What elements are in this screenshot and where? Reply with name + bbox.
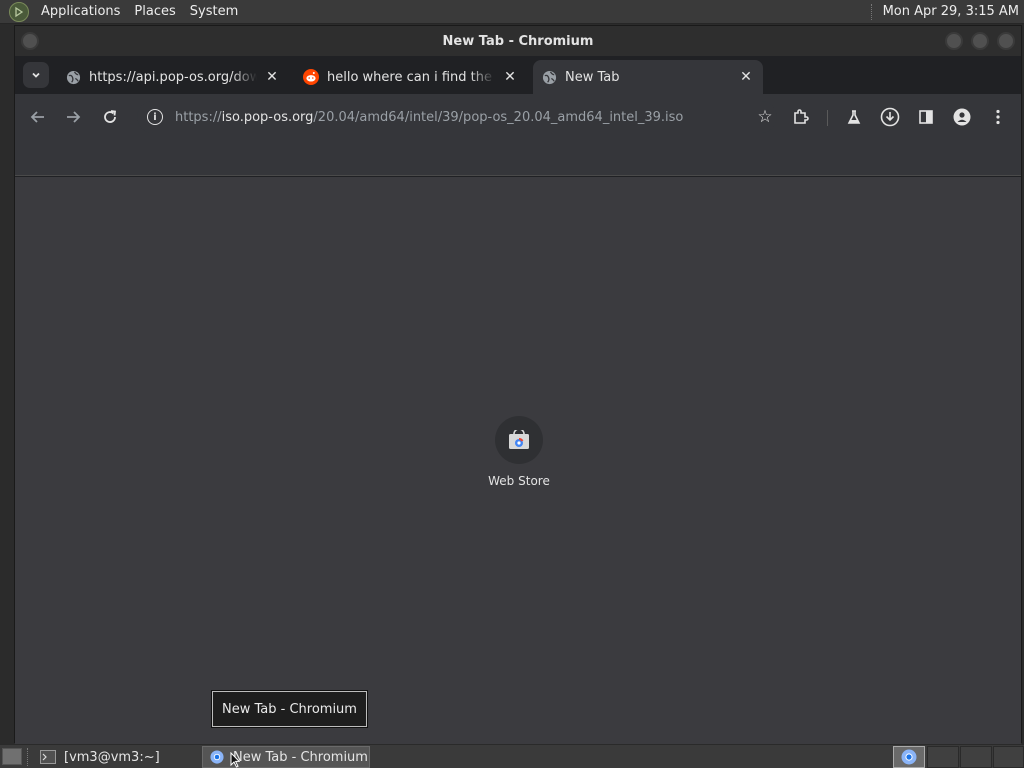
taskbar-tooltip: New Tab - Chromium: [212, 691, 367, 727]
window-menu-button[interactable]: [21, 32, 39, 50]
menu-button[interactable]: [987, 106, 1009, 128]
forward-button[interactable]: [62, 106, 84, 128]
panel-separator: [27, 748, 31, 766]
reddit-icon: [303, 69, 319, 85]
clock[interactable]: Mon Apr 29, 3:15 AM: [883, 4, 1019, 19]
workspace-1[interactable]: [893, 746, 925, 768]
reload-button[interactable]: [99, 106, 121, 128]
places-menu[interactable]: Places: [127, 4, 182, 19]
tab-reddit[interactable]: hello where can i find the link ✕: [295, 60, 527, 94]
chromium-icon: [901, 749, 917, 765]
show-desktop-icon[interactable]: [2, 748, 22, 765]
new-tab-page: Web Store: [15, 177, 1021, 744]
workspace-4[interactable]: [993, 746, 1024, 768]
shortcut-label: Web Store: [488, 474, 550, 488]
chevron-down-icon: [32, 72, 40, 78]
bookmark-star-icon[interactable]: ☆: [755, 107, 775, 127]
window-title: New Tab - Chromium: [442, 33, 594, 49]
close-tab-icon[interactable]: ✕: [737, 68, 755, 86]
system-menu[interactable]: System: [183, 4, 245, 19]
minimize-button[interactable]: [945, 32, 963, 50]
shortcut-web-store[interactable]: Web Store: [477, 416, 561, 488]
bottom-panel: [vm3@vm3:~] New Tab - Chromium: [0, 744, 1024, 768]
tab-label: hello where can i find the link: [327, 69, 495, 85]
url-scheme: https://: [175, 109, 222, 125]
downloads-button[interactable]: [879, 106, 901, 128]
reload-icon: [104, 110, 117, 123]
chromium-icon: [210, 750, 224, 764]
workspace-3[interactable]: [960, 746, 992, 768]
address-bar[interactable]: i https://iso.pop-os.org/20.04/amd64/int…: [137, 101, 777, 133]
tab-strip: https://api.pop-os.org/download ✕ hello …: [15, 56, 1021, 114]
globe-icon: [541, 69, 557, 85]
puzzle-icon: [794, 109, 809, 124]
toolbar-separator: [827, 110, 828, 126]
workspace-2[interactable]: [927, 746, 959, 768]
close-tab-icon[interactable]: ✕: [263, 68, 281, 86]
profile-icon: [953, 108, 971, 126]
side-panel-button[interactable]: [915, 106, 937, 128]
task-label: New Tab - Chromium: [233, 749, 368, 765]
task-label: [vm3@vm3:~]: [64, 749, 160, 765]
extensions-button[interactable]: [790, 106, 812, 128]
profile-button[interactable]: [951, 106, 973, 128]
globe-icon: [65, 69, 81, 85]
mouse-cursor-icon: [230, 752, 240, 768]
taskbar-terminal[interactable]: [vm3@vm3:~]: [34, 746, 200, 768]
flask-icon: [847, 110, 861, 124]
tab-search-button[interactable]: [23, 62, 49, 88]
window-titlebar[interactable]: New Tab - Chromium: [15, 26, 1021, 56]
distro-logo-icon[interactable]: [9, 1, 29, 22]
bookmarks-bar: [15, 140, 1021, 176]
applications-menu[interactable]: Applications: [34, 4, 127, 19]
url-path: /20.04/amd64/intel/39/pop-os_20.04_amd64…: [313, 109, 684, 125]
browser-toolbar: i https://iso.pop-os.org/20.04/amd64/int…: [15, 94, 1021, 140]
taskbar-chromium[interactable]: New Tab - Chromium: [202, 746, 370, 768]
tab-label: New Tab: [565, 69, 620, 85]
site-info-icon[interactable]: i: [147, 109, 163, 125]
browser-window: New Tab - Chromium https://api.pop-os.or…: [14, 25, 1022, 744]
side-panel-icon: [919, 110, 933, 124]
top-panel: Applications Places System Mon Apr 29, 3…: [0, 0, 1024, 24]
labs-button[interactable]: [843, 106, 865, 128]
web-store-tile: [495, 416, 543, 464]
arrow-right-icon: [67, 111, 81, 123]
download-icon: [880, 107, 900, 127]
url-host: iso.pop-os.org: [221, 109, 314, 125]
arrow-left-icon: [30, 111, 44, 123]
terminal-icon: [40, 750, 56, 764]
close-tab-icon[interactable]: ✕: [501, 68, 519, 86]
maximize-button[interactable]: [971, 32, 989, 50]
web-store-icon: [509, 430, 529, 449]
url-text[interactable]: https://iso.pop-os.org/20.04/amd64/intel…: [175, 110, 683, 125]
panel-separator: [870, 3, 875, 20]
back-button[interactable]: [27, 106, 49, 128]
tab-new-tab[interactable]: New Tab ✕: [533, 60, 763, 94]
tab-label: https://api.pop-os.org/download: [89, 69, 257, 85]
tab-api-pop-os[interactable]: https://api.pop-os.org/download ✕: [57, 60, 289, 94]
kebab-menu-icon: [996, 109, 1000, 125]
close-window-button[interactable]: [997, 32, 1015, 50]
